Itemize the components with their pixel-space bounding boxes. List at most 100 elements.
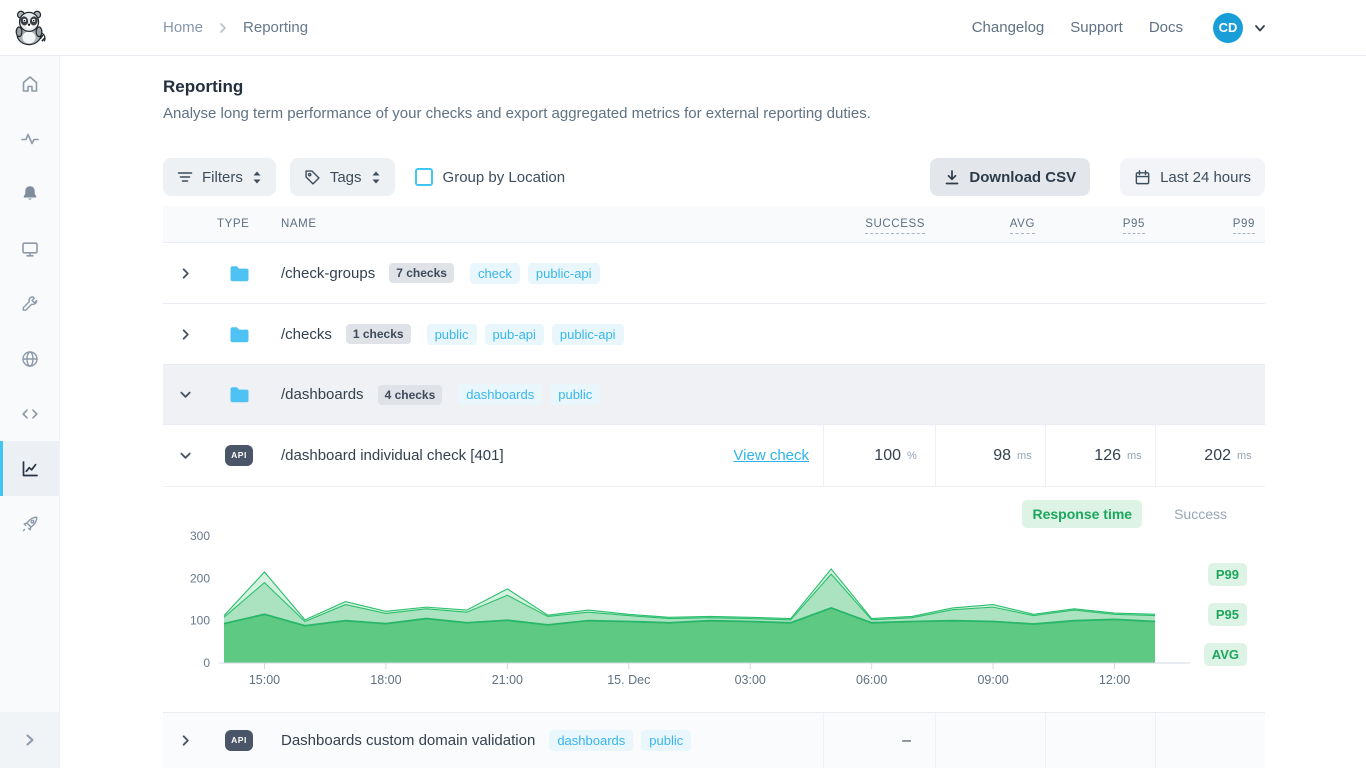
date-range-button[interactable]: Last 24 hours [1120,158,1265,196]
header-success[interactable]: Success [823,218,935,230]
group-by-location-label: Group by Location [443,169,566,186]
legend-p95[interactable]: P95 [1208,603,1247,626]
filters-button[interactable]: Filters [163,158,276,196]
top-nav: Home Reporting Changelog Support Docs CD [0,0,1366,56]
avg-cell: 98ms [935,425,1045,486]
download-csv-button[interactable]: Download CSV [930,158,1090,196]
pulse-icon [20,129,40,149]
response-time-chart: Response time Success 15:0018:0021:0015.… [163,487,1265,713]
page-title: Reporting [163,76,1265,98]
chart-icon [20,459,40,479]
tag-badge[interactable]: dashboards [549,730,633,751]
chevron-down-icon [179,388,192,401]
sidebar-item-private-locations[interactable] [0,331,59,386]
table-row-dashboard-individual-check[interactable]: API /dashboard individual check [401] Vi… [163,425,1265,487]
sidebar-item-monitoring[interactable] [0,111,59,166]
sidebar-item-home[interactable] [0,56,59,111]
svg-text:09:00: 09:00 [977,673,1008,687]
api-type-badge: API [225,445,253,466]
tag-badge[interactable]: public [641,730,691,751]
app-logo[interactable] [0,9,60,47]
tab-response-time[interactable]: Response time [1022,500,1142,528]
sort-arrows-icon [252,171,262,184]
sidebar-item-alerts[interactable] [0,166,59,221]
group-name[interactable]: /check-groups [281,265,375,282]
tag-badge[interactable]: check [470,263,520,284]
sidebar-item-quickstart[interactable] [0,496,59,551]
filter-icon [177,170,193,184]
chevron-right-icon [179,328,192,341]
check-name[interactable]: /dashboard individual check [401] [281,447,504,464]
changelog-link[interactable]: Changelog [972,19,1045,36]
sidebar-item-maintenance[interactable] [0,276,59,331]
support-link[interactable]: Support [1070,19,1123,36]
header-p99[interactable]: P99 [1155,218,1265,230]
nav-right: Changelog Support Docs CD [972,13,1366,43]
api-type-badge: API [225,730,253,751]
name-cell: /check-groups 7 checks check public-api [271,263,823,284]
check-count-badge: 1 checks [346,324,411,344]
wrench-icon [20,294,39,313]
area-chart-canvas: 15:0018:0021:0015. Dec03:0006:0009:0012:… [163,530,1265,698]
sidebar-collapse-button[interactable] [0,712,59,768]
globe-icon [20,349,40,369]
breadcrumb-current: Reporting [243,19,308,36]
view-check-link[interactable]: View check [733,447,809,464]
sidebar-item-snippets[interactable] [0,386,59,441]
svg-text:21:00: 21:00 [492,673,523,687]
tag-badge[interactable]: pub-api [485,324,544,345]
tag-badge[interactable]: dashboards [458,384,542,405]
expand-toggle[interactable] [163,449,207,462]
expand-toggle[interactable] [163,734,207,747]
breadcrumb-chevron-icon [217,22,229,34]
sidebar [0,56,60,768]
table-row-custom-domain-validation[interactable]: API Dashboards custom domain validation … [163,713,1265,768]
svg-text:12:00: 12:00 [1099,673,1130,687]
expand-toggle[interactable] [163,328,207,341]
docs-link[interactable]: Docs [1149,19,1183,36]
svg-text:15. Dec: 15. Dec [607,673,650,687]
tag-badge[interactable]: public-api [528,263,600,284]
sidebar-spacer [0,551,59,712]
code-icon [20,404,40,424]
legend-p99[interactable]: P99 [1208,563,1247,586]
tag-badge[interactable]: public-api [552,324,624,345]
group-name[interactable]: /checks [281,326,332,343]
header-name: Name [271,218,823,230]
name-cell: /checks 1 checks public pub-api public-a… [271,324,823,345]
success-cell: 100% [823,425,935,486]
tags-button[interactable]: Tags [290,158,395,196]
check-name[interactable]: Dashboards custom domain validation [281,732,535,749]
group-by-location-toggle[interactable]: Group by Location [415,168,566,186]
chevron-down-icon[interactable] [1253,21,1267,35]
header-p95[interactable]: P95 [1045,218,1155,230]
table-row-check-groups[interactable]: /check-groups 7 checks check public-api [163,243,1265,304]
group-name[interactable]: /dashboards [281,386,364,403]
chevron-right-icon [179,267,192,280]
sidebar-item-dashboards[interactable] [0,221,59,276]
svg-text:06:00: 06:00 [856,673,887,687]
tag-badge[interactable]: public [550,384,600,405]
group-by-location-checkbox[interactable] [415,168,433,186]
tag-badge[interactable]: public [427,324,477,345]
expand-toggle[interactable] [163,267,207,280]
chevron-right-icon [179,734,192,747]
header-avg[interactable]: Avg [935,218,1045,230]
collapse-chevron-icon [22,732,38,748]
sidebar-item-reporting[interactable] [0,441,59,496]
success-cell: – [823,713,935,768]
legend-avg[interactable]: AVG [1204,643,1247,666]
breadcrumb: Home Reporting [163,19,308,36]
avatar[interactable]: CD [1213,13,1243,43]
table-row-checks[interactable]: /checks 1 checks public pub-api public-a… [163,304,1265,365]
p95-cell: 126ms [1045,425,1155,486]
chart-tabs: Response time Success [1022,500,1237,528]
breadcrumb-home-link[interactable]: Home [163,19,203,36]
avg-cell [935,713,1045,768]
expand-toggle[interactable] [163,388,207,401]
tab-success[interactable]: Success [1164,500,1237,528]
account-menu[interactable]: CD [1213,13,1267,43]
check-count-badge: 4 checks [378,385,443,405]
chevron-down-icon [179,449,192,462]
table-row-dashboards[interactable]: /dashboards 4 checks dashboards public [163,365,1265,425]
